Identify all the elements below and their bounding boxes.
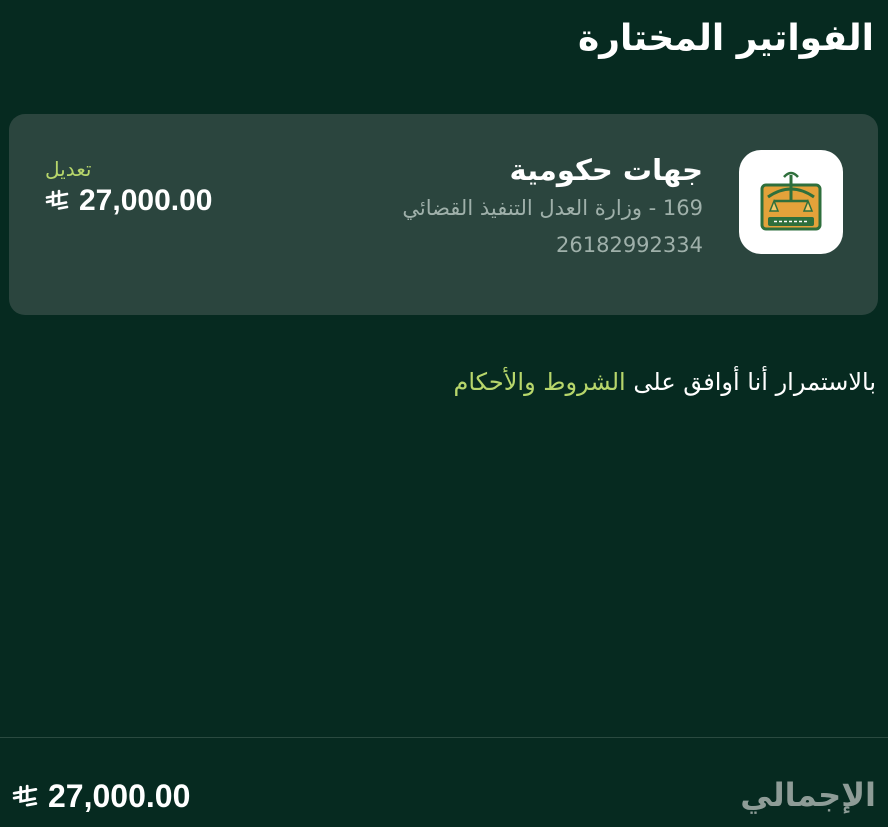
total-amount: 27,000.00 bbox=[12, 778, 190, 815]
saudi-riyal-icon bbox=[12, 784, 38, 807]
biller-name: جهات حكومية bbox=[509, 153, 704, 187]
total-label: الإجمالي bbox=[740, 776, 876, 814]
ministry-of-justice-emblem-icon bbox=[760, 171, 822, 231]
terms-notice: بالاستمرار أنا أوافق على الشروط والأحكام bbox=[453, 368, 876, 396]
bill-amount-section: تعديل 27,000.00 bbox=[45, 154, 212, 218]
edit-button[interactable]: تعديل bbox=[45, 154, 212, 184]
bill-service-line: 169 - وزارة العدل التنفيذ القضائي bbox=[402, 196, 703, 220]
terms-and-conditions-link[interactable]: الشروط والأحكام bbox=[453, 368, 625, 396]
terms-prefix: بالاستمرار أنا أوافق على bbox=[625, 368, 876, 396]
biller-logo bbox=[739, 150, 843, 254]
bill-details: جهات حكومية 169 - وزارة العدل التنفيذ ال… bbox=[402, 150, 703, 264]
bill-amount-value: 27,000.00 bbox=[79, 184, 213, 217]
selected-bill-card[interactable]: جهات حكومية 169 - وزارة العدل التنفيذ ال… bbox=[9, 114, 878, 315]
total-amount-value: 27,000.00 bbox=[48, 778, 191, 814]
saudi-riyal-icon bbox=[45, 189, 69, 210]
bill-amount: 27,000.00 bbox=[45, 184, 212, 218]
page-title: الفواتير المختارة bbox=[578, 18, 874, 59]
footer-divider bbox=[0, 737, 888, 738]
bill-account-number: 26182992334 bbox=[556, 233, 703, 257]
